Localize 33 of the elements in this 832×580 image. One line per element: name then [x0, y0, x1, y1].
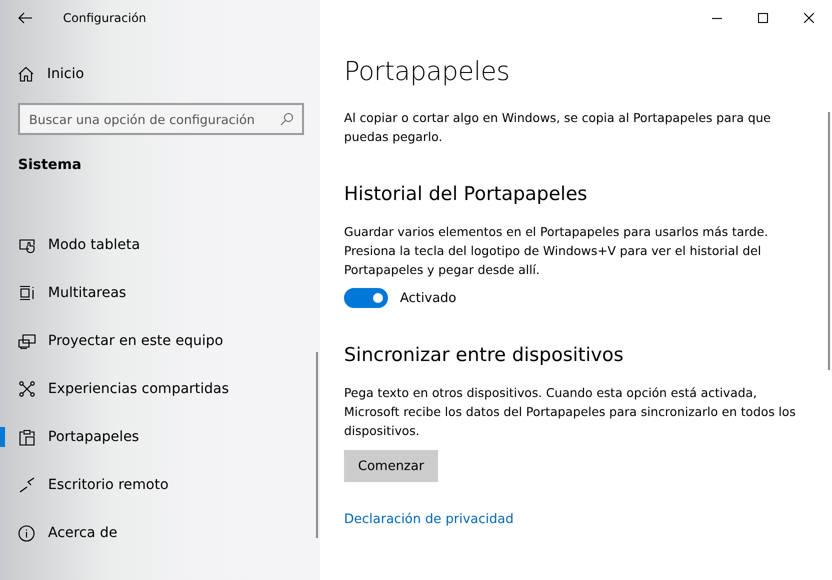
projector-icon: [18, 333, 36, 349]
page-title: Portapapeles: [344, 57, 511, 87]
window-title: Configuración: [63, 10, 146, 24]
section-heading: Historial del Portapapeles: [344, 183, 588, 205]
sidebar-item[interactable]: Multitareas: [0, 269, 320, 317]
home-icon: [18, 66, 34, 82]
multitask-icon: [18, 285, 34, 301]
maximize-icon: [758, 12, 768, 22]
tablet-icon: [18, 237, 34, 253]
sidebar-item[interactable]: Escritorio remoto: [0, 461, 320, 509]
info-icon: [18, 524, 35, 542]
remote-icon: [18, 477, 34, 493]
search-icon: [280, 112, 294, 126]
intro-text: Al copiar o cortar algo en Windows, se copia al Portapapeles para que puedas pegarlo.: [344, 110, 772, 146]
sidebar-item[interactable]: Portapapeles: [0, 413, 320, 461]
back-icon[interactable]: [17, 10, 33, 26]
section-description: Pega texto en otros dispositivos. Cuando esta opción está activada, Microsoft recibe los datos del Portapapeles para sincronizarlo en todos los dispositivos.: [344, 385, 797, 440]
share-icon: [18, 381, 34, 397]
section-heading: Sistema: [18, 157, 82, 173]
home-item[interactable]: Inicio: [0, 50, 320, 98]
section-description: Guardar varios elementos en el Portapapeles para usarlos más tarde. Presiona la tecla del logotipo de Windows+V para ver el historial del Portapapeles y pegar desde allí.: [344, 224, 770, 279]
toggle-label: Activado: [400, 290, 456, 306]
section-heading: Sincronizar entre dispositivos: [344, 344, 625, 366]
sidebar-item[interactable]: Proyectar en este equipo: [0, 317, 320, 365]
search-field[interactable]: Buscar una opción de configuración: [18, 103, 304, 135]
start-button[interactable]: Comenzar: [344, 450, 438, 482]
clipboard-icon: [18, 428, 34, 446]
sidebar-item[interactable]: Experiencias compartidas: [0, 365, 320, 413]
toggle-switch[interactable]: [344, 288, 388, 308]
close-icon: [804, 12, 814, 22]
privacy-link[interactable]: Declaración de privacidad: [344, 512, 514, 527]
sidebar-item[interactable]: Acerca de: [0, 509, 320, 557]
sidebar-item[interactable]: Modo tableta: [0, 221, 320, 269]
